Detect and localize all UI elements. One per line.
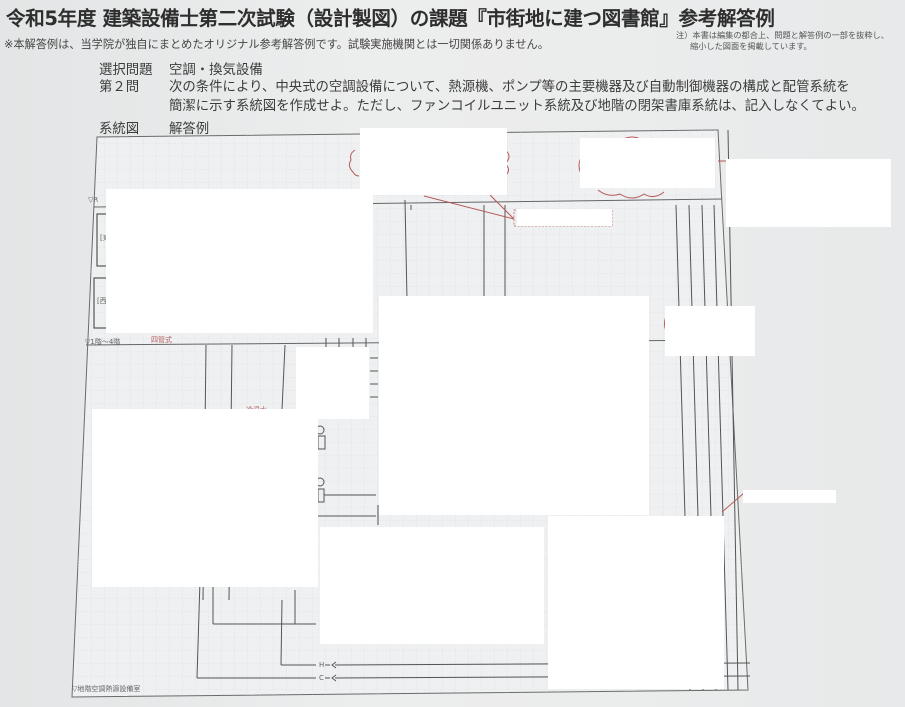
annotation-four-pipe: 四管式 <box>151 336 172 344</box>
redaction-box <box>360 128 507 195</box>
pipe-label-h: H <box>319 661 325 669</box>
redaction-box <box>379 296 649 515</box>
redaction-box <box>665 306 755 356</box>
redaction-box <box>320 527 544 644</box>
floor-label-roof: ▽R <box>88 196 99 204</box>
redaction-box <box>726 159 891 227</box>
redaction-box <box>517 209 612 226</box>
redaction-box <box>92 409 318 587</box>
pipe-label-c: C <box>319 674 324 682</box>
floor-label-basement: ▽地階空調熱源設備室 <box>72 685 141 693</box>
redaction-box <box>548 516 724 689</box>
floor-label-1-4: ▽1階～4階 <box>85 338 121 346</box>
redaction-box <box>580 138 715 188</box>
redaction-box <box>743 490 836 503</box>
redaction-box <box>106 189 373 333</box>
